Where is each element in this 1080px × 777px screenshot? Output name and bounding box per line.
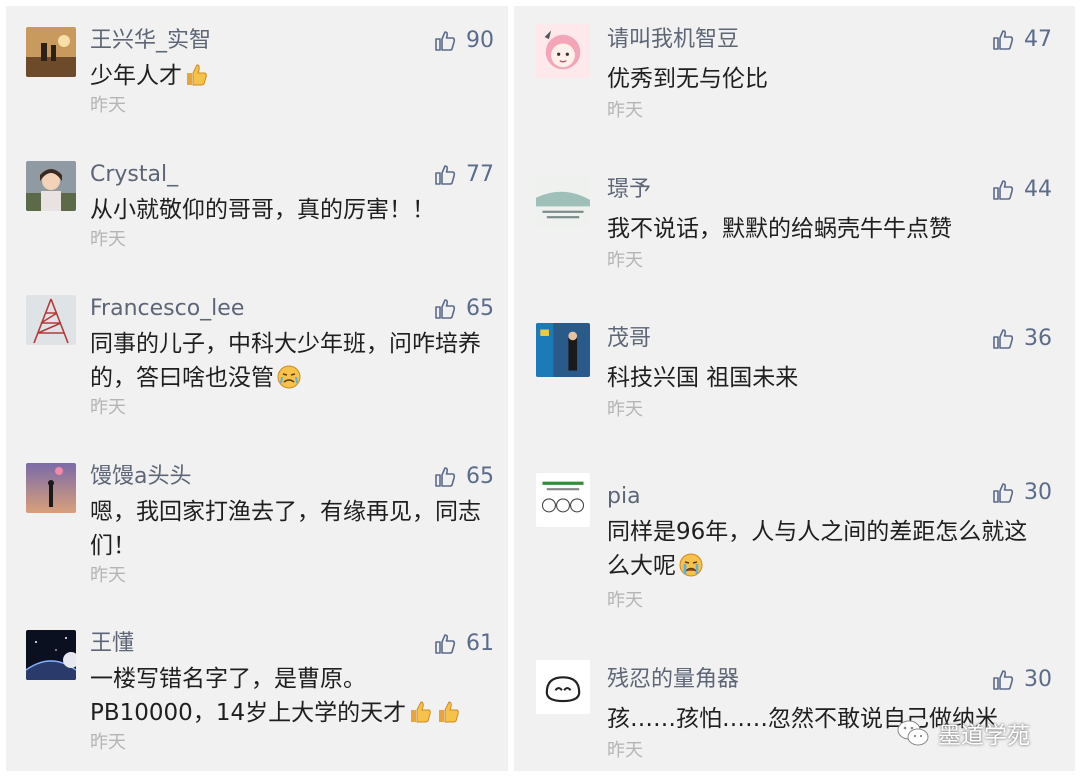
like-count: 77 — [466, 162, 494, 187]
comment-text-body: 嗯，我回家打渔去了，有缘再见，同志们！ — [90, 499, 481, 559]
comment-time: 昨天 — [607, 740, 643, 761]
comment-author[interactable]: 馒馒a头头 — [90, 463, 191, 491]
thumbs-up-emoji-icon — [408, 699, 434, 725]
comment-text: 嗯，我回家打渔去了，有缘再见，同志们！ — [90, 495, 490, 563]
avatar[interactable] — [536, 323, 590, 377]
comment-time: 昨天 — [90, 95, 126, 116]
avatar[interactable] — [536, 174, 590, 228]
like-count: 30 — [1024, 667, 1052, 692]
thumbs-up-icon — [435, 299, 456, 319]
comment-item: pia 同样是96年，人与人之间的差距怎么就这么大呢 昨天 30 — [514, 455, 1075, 611]
thumbs-up-icon — [435, 634, 456, 654]
comment-item: 璟予 我不说话，默默的给蜗壳牛牛点赞 昨天 44 — [514, 156, 1075, 296]
comment-item: Crystal_ 从小就敬仰的哥哥，真的厉害！！ 昨天 77 — [6, 140, 508, 280]
comment-text-body: 少年人才 — [90, 63, 182, 89]
comment-author[interactable]: Francesco_lee — [90, 295, 244, 323]
like-button[interactable]: 30 — [992, 666, 1052, 694]
comment-text: 优秀到无与伦比 — [607, 62, 1057, 96]
comment-time: 昨天 — [90, 732, 126, 753]
like-button[interactable]: 65 — [434, 295, 494, 323]
thumbs-up-icon — [993, 180, 1014, 200]
comment-time: 昨天 — [90, 229, 126, 250]
avatar[interactable] — [26, 161, 76, 211]
comment-author[interactable]: 王懂 — [90, 630, 134, 658]
comment-author[interactable]: 璟予 — [607, 176, 651, 204]
comment-item: 请叫我机智豆 优秀到无与伦比 昨天 47 — [514, 6, 1075, 146]
comment-text: 同事的儿子，中科大少年班，问咋培养的，答曰啥也没管 — [90, 327, 490, 395]
comment-text-body: 一楼写错名字了，是曹原。PB10000，14岁上大学的天才 — [90, 666, 407, 726]
comment-time: 昨天 — [607, 250, 643, 271]
like-count: 65 — [466, 464, 494, 489]
comment-item: Francesco_lee 同事的儿子，中科大少年班，问咋培养的，答曰啥也没管 … — [6, 274, 508, 418]
thumbs-up-icon — [993, 329, 1014, 349]
comment-author[interactable]: 茂哥 — [607, 325, 651, 353]
thumbs-up-icon — [435, 467, 456, 487]
like-count: 36 — [1024, 326, 1052, 351]
comment-item: 王兴华_实智 少年人才 昨天 90 — [6, 6, 508, 146]
comment-text-body: 同样是96年，人与人之间的差距怎么就这么大呢 — [607, 519, 1028, 579]
comment-text: 科技兴国 祖国未来 — [607, 361, 1057, 395]
thumbs-up-icon — [435, 165, 456, 185]
like-button[interactable]: 36 — [992, 325, 1052, 353]
comment-text: 一楼写错名字了，是曹原。PB10000，14岁上大学的天才 — [90, 662, 490, 730]
comment-time: 昨天 — [90, 397, 126, 418]
avatar[interactable] — [26, 27, 76, 77]
like-count: 44 — [1024, 177, 1052, 202]
comment-time: 昨天 — [90, 565, 126, 586]
avatar[interactable] — [536, 473, 590, 527]
avatar[interactable] — [26, 463, 76, 513]
like-button[interactable]: 90 — [434, 27, 494, 55]
like-button[interactable]: 77 — [434, 161, 494, 189]
comment-text-body: 我不说话，默默的给蜗壳牛牛点赞 — [607, 216, 952, 242]
comment-text-body: 科技兴国 祖国未来 — [607, 365, 799, 391]
comment-text: 同样是96年，人与人之间的差距怎么就这么大呢 — [607, 515, 1047, 583]
comment-author[interactable]: 残忍的量角器 — [607, 666, 739, 694]
comment-item: 残忍的量角器 孩……孩怕……忽然不敢说自己做纳米 昨天 30 — [514, 642, 1075, 771]
comment-item: 王懂 一楼写错名字了，是曹原。PB10000，14岁上大学的天才 昨天 61 — [6, 609, 508, 753]
comment-author[interactable]: pia — [607, 483, 641, 511]
comment-item: 茂哥 科技兴国 祖国未来 昨天 36 — [514, 305, 1075, 445]
comment-text: 少年人才 — [90, 59, 490, 93]
like-count: 61 — [466, 631, 494, 656]
like-button[interactable]: 30 — [992, 479, 1052, 507]
watermark: 墨道学苑 — [896, 716, 1030, 750]
crying-face-emoji-icon — [276, 364, 302, 390]
thumbs-up-icon — [993, 30, 1014, 50]
crying-face-emoji-icon — [678, 552, 704, 578]
like-button[interactable]: 47 — [992, 26, 1052, 54]
avatar[interactable] — [536, 24, 590, 78]
like-count: 47 — [1024, 27, 1052, 52]
like-button[interactable]: 65 — [434, 463, 494, 491]
comment-time: 昨天 — [607, 590, 643, 611]
thumbs-up-emoji-icon — [436, 699, 462, 725]
comment-author[interactable]: Crystal_ — [90, 161, 178, 189]
like-count: 90 — [466, 28, 494, 53]
avatar[interactable] — [26, 630, 76, 680]
thumbs-up-emoji-icon — [184, 62, 210, 88]
comment-item: 馒馒a头头 嗯，我回家打渔去了，有缘再见，同志们！ 昨天 65 — [6, 442, 508, 586]
wechat-icon — [897, 720, 929, 746]
watermark-text: 墨道学苑 — [938, 723, 1030, 749]
thumbs-up-icon — [993, 483, 1014, 503]
like-count: 65 — [466, 296, 494, 321]
comment-text: 从小就敬仰的哥哥，真的厉害！！ — [90, 193, 490, 227]
avatar[interactable] — [536, 660, 590, 714]
comment-author[interactable]: 请叫我机智豆 — [607, 26, 739, 54]
thumbs-up-icon — [993, 670, 1014, 690]
comment-panel-left: 王兴华_实智 少年人才 昨天 90 Crystal_ 从小就敬仰的哥哥，真的厉害… — [6, 6, 508, 771]
like-button[interactable]: 44 — [992, 176, 1052, 204]
thumbs-up-icon — [435, 31, 456, 51]
comment-text-body: 从小就敬仰的哥哥，真的厉害！！ — [90, 197, 435, 223]
comment-time: 昨天 — [607, 100, 643, 121]
comment-panel-right: 请叫我机智豆 优秀到无与伦比 昨天 47 璟予 我不说话，默默的给蜗壳牛牛点赞 … — [514, 6, 1075, 771]
comment-text: 我不说话，默默的给蜗壳牛牛点赞 — [607, 212, 1057, 246]
comment-time: 昨天 — [607, 399, 643, 420]
like-count: 30 — [1024, 480, 1052, 505]
comment-author[interactable]: 王兴华_实智 — [90, 27, 211, 55]
like-button[interactable]: 61 — [434, 630, 494, 658]
avatar[interactable] — [26, 295, 76, 345]
comment-text-body: 优秀到无与伦比 — [607, 66, 768, 92]
